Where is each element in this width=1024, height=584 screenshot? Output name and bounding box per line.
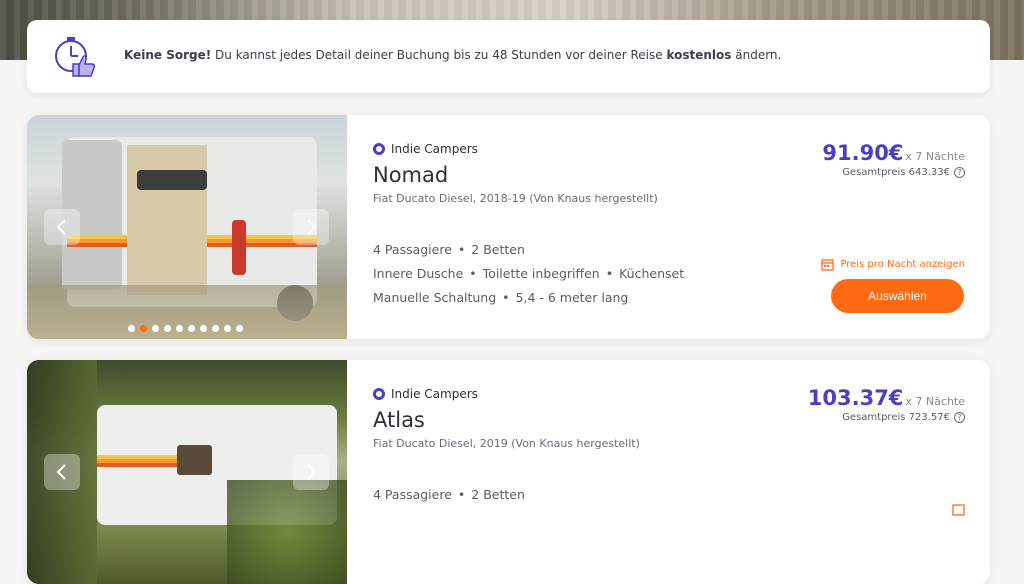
vendor-logo-icon xyxy=(373,143,385,155)
feature-row: Manuelle Schaltung • 5,4 - 6 meter lang xyxy=(373,290,629,305)
listing-card-atlas[interactable]: Indie Campers Atlas Fiat Ducato Diesel, … xyxy=(27,360,990,584)
total-price: Gesamtpreis 643.33€? xyxy=(842,167,965,178)
show-nightly-price-link[interactable]: Preis pro Nacht anzeigen xyxy=(821,258,965,271)
vendor-label: Indie Campers xyxy=(373,387,478,401)
listing-subtitle: Fiat Ducato Diesel, 2018-19 (Von Knaus h… xyxy=(373,192,658,205)
free-change-banner: Keine Sorge! Du kannst jedes Detail dein… xyxy=(27,20,990,93)
carousel-dot[interactable] xyxy=(164,325,171,332)
info-icon[interactable]: ? xyxy=(954,167,965,178)
carousel-dot[interactable] xyxy=(128,325,135,332)
price-per-night: 103.37€ x 7 Nächte xyxy=(807,386,965,410)
listing-title: Nomad xyxy=(373,163,449,187)
vendor-label: Indie Campers xyxy=(373,142,478,156)
calendar-icon xyxy=(821,259,835,271)
banner-text: Keine Sorge! Du kannst jedes Detail dein… xyxy=(124,48,782,62)
feature-row: 4 Passagiere • 2 Betten xyxy=(373,242,525,257)
total-price: Gesamtpreis 723.57€? xyxy=(842,412,965,423)
price-per-night: 91.90€ x 7 Nächte xyxy=(822,141,965,165)
carousel-prev-button[interactable] xyxy=(44,454,80,490)
carousel-dot[interactable] xyxy=(200,325,207,332)
carousel-next-button[interactable] xyxy=(293,454,329,490)
calendar-icon xyxy=(952,504,965,516)
chevron-right-icon xyxy=(307,464,317,480)
listing-card-nomad[interactable]: Indie Campers Nomad Fiat Ducato Diesel, … xyxy=(27,115,990,339)
info-icon[interactable]: ? xyxy=(954,412,965,423)
carousel-next-button[interactable] xyxy=(293,209,329,245)
carousel-dot[interactable] xyxy=(188,325,195,332)
carousel-dot[interactable] xyxy=(176,325,183,332)
feature-row: Innere Dusche • Toilette inbegriffen • Küche… xyxy=(373,266,685,281)
vendor-logo-icon xyxy=(373,388,385,400)
carousel-prev-button[interactable] xyxy=(44,209,80,245)
carousel-dot[interactable] xyxy=(212,325,219,332)
carousel-dots xyxy=(128,325,243,332)
carousel-dot[interactable] xyxy=(224,325,231,332)
listing-subtitle: Fiat Ducato Diesel, 2019 (Von Knaus herg… xyxy=(373,437,640,450)
carousel-dot[interactable] xyxy=(140,325,147,332)
chevron-left-icon xyxy=(56,464,66,480)
carousel-dot[interactable] xyxy=(152,325,159,332)
chevron-left-icon xyxy=(56,219,66,235)
carousel-dot[interactable] xyxy=(236,325,243,332)
chevron-right-icon xyxy=(307,219,317,235)
show-nightly-price-link[interactable] xyxy=(952,503,965,516)
listing-title: Atlas xyxy=(373,408,425,432)
select-button[interactable]: Auswählen xyxy=(831,279,964,313)
feature-row: 4 Passagiere • 2 Betten xyxy=(373,487,525,502)
timer-thumbs-up-icon xyxy=(55,37,96,77)
